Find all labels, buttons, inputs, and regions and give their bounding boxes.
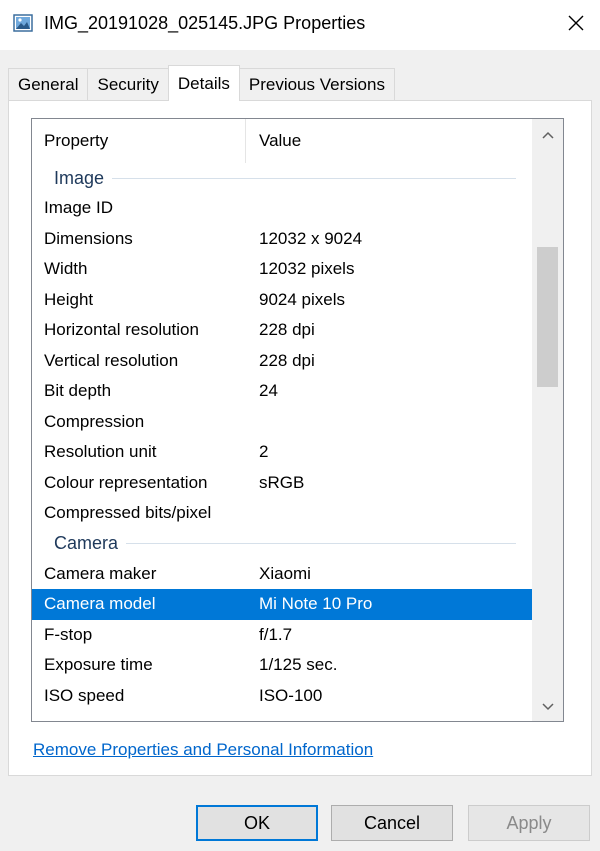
column-header-value[interactable]: Value: [246, 119, 301, 163]
group-label: Image: [54, 167, 105, 188]
group-divider: [112, 177, 516, 179]
table-row[interactable]: Compression: [32, 407, 532, 438]
table-row[interactable]: F-stop f/1.7: [32, 620, 532, 651]
table-row[interactable]: ISO speed ISO-100: [32, 681, 532, 712]
dialog-buttons: OK Cancel Apply: [0, 805, 600, 841]
list-header: Property Value: [32, 119, 532, 163]
group-header-image: Image: [32, 163, 532, 193]
table-row[interactable]: Horizontal resolution 228 dpi: [32, 315, 532, 346]
table-row[interactable]: Exposure time 1/125 sec.: [32, 650, 532, 681]
property-name: Camera maker: [44, 563, 157, 583]
tab-general[interactable]: General: [8, 68, 89, 100]
property-name: ISO speed: [44, 685, 125, 705]
property-value: 24: [259, 381, 278, 401]
column-header-property[interactable]: Property: [32, 119, 246, 163]
property-name: Compressed bits/pixel: [44, 503, 212, 523]
tab-previous-versions[interactable]: Previous Versions: [238, 68, 395, 100]
property-name: Colour representation: [44, 472, 208, 492]
property-name: Vertical resolution: [44, 350, 179, 370]
property-value: 2: [259, 442, 269, 462]
scrollbar-thumb[interactable]: [537, 247, 558, 387]
ok-button[interactable]: OK: [196, 805, 318, 841]
property-value: Xiaomi: [259, 563, 311, 583]
group-divider: [126, 543, 516, 544]
table-row[interactable]: Image ID: [32, 193, 532, 224]
table-row[interactable]: Resolution unit 2: [32, 437, 532, 468]
image-file-icon: [12, 12, 34, 34]
table-row[interactable]: Bit depth 24: [32, 376, 532, 407]
tab-strip: General Security Details Previous Versio…: [8, 65, 395, 101]
chevron-up-icon: [541, 124, 554, 144]
property-list[interactable]: Property Value Image Image ID Dimensions…: [31, 118, 564, 722]
close-icon: [567, 14, 585, 37]
table-row[interactable]: Vertical resolution 228 dpi: [32, 346, 532, 377]
window-title: IMG_20191028_025145.JPG Properties: [44, 13, 366, 33]
group-header-camera: Camera: [32, 529, 532, 559]
cancel-button[interactable]: Cancel: [331, 805, 453, 841]
vertical-scrollbar[interactable]: [532, 119, 563, 721]
tab-security[interactable]: Security: [87, 68, 169, 100]
property-value: sRGB: [259, 472, 305, 492]
property-value: 228 dpi: [259, 350, 315, 370]
tab-details[interactable]: Details: [167, 65, 240, 101]
property-name: Horizontal resolution: [44, 320, 199, 340]
table-row[interactable]: Colour representation sRGB: [32, 468, 532, 499]
property-name: Height: [44, 289, 94, 309]
property-name: Width: [44, 259, 88, 279]
close-button[interactable]: [556, 6, 596, 44]
title-bar: IMG_20191028_025145.JPG Properties: [0, 0, 600, 50]
table-row[interactable]: Height 9024 pixels: [32, 285, 532, 316]
property-name: Compression: [44, 411, 145, 431]
property-name: Image ID: [44, 198, 113, 218]
property-name: Resolution unit: [44, 442, 157, 462]
property-value: ISO-100: [259, 685, 323, 705]
table-row-selected[interactable]: Camera model Mi Note 10 Pro: [32, 589, 532, 620]
table-row[interactable]: Dimensions 12032 x 9024: [32, 224, 532, 255]
remove-properties-link[interactable]: Remove Properties and Personal Informati…: [33, 740, 373, 760]
scroll-up-button[interactable]: [532, 119, 563, 149]
property-value: 9024 pixels: [259, 289, 346, 309]
property-value: 12032 pixels: [259, 259, 355, 279]
property-value: f/1.7: [259, 624, 293, 644]
property-value: Mi Note 10 Pro: [259, 594, 373, 614]
property-value: 1/125 sec.: [259, 655, 338, 675]
chevron-down-icon: [541, 696, 554, 716]
property-name: Camera model: [44, 594, 156, 614]
table-row[interactable]: Camera maker Xiaomi: [32, 559, 532, 590]
table-row[interactable]: Compressed bits/pixel: [32, 498, 532, 529]
property-name: Bit depth: [44, 381, 112, 401]
apply-button[interactable]: Apply: [468, 805, 590, 841]
group-label: Camera: [54, 533, 119, 553]
scroll-down-button[interactable]: [532, 691, 563, 721]
list-rows: Image Image ID Dimensions 12032 x 9024 Wi…: [32, 163, 532, 711]
property-value: 12032 x 9024: [259, 228, 363, 248]
property-name: Dimensions: [44, 228, 133, 248]
property-name: F-stop: [44, 624, 93, 644]
property-name: Exposure time: [44, 655, 153, 675]
table-row[interactable]: Width 12032 pixels: [32, 254, 532, 285]
property-value: 228 dpi: [259, 320, 315, 340]
